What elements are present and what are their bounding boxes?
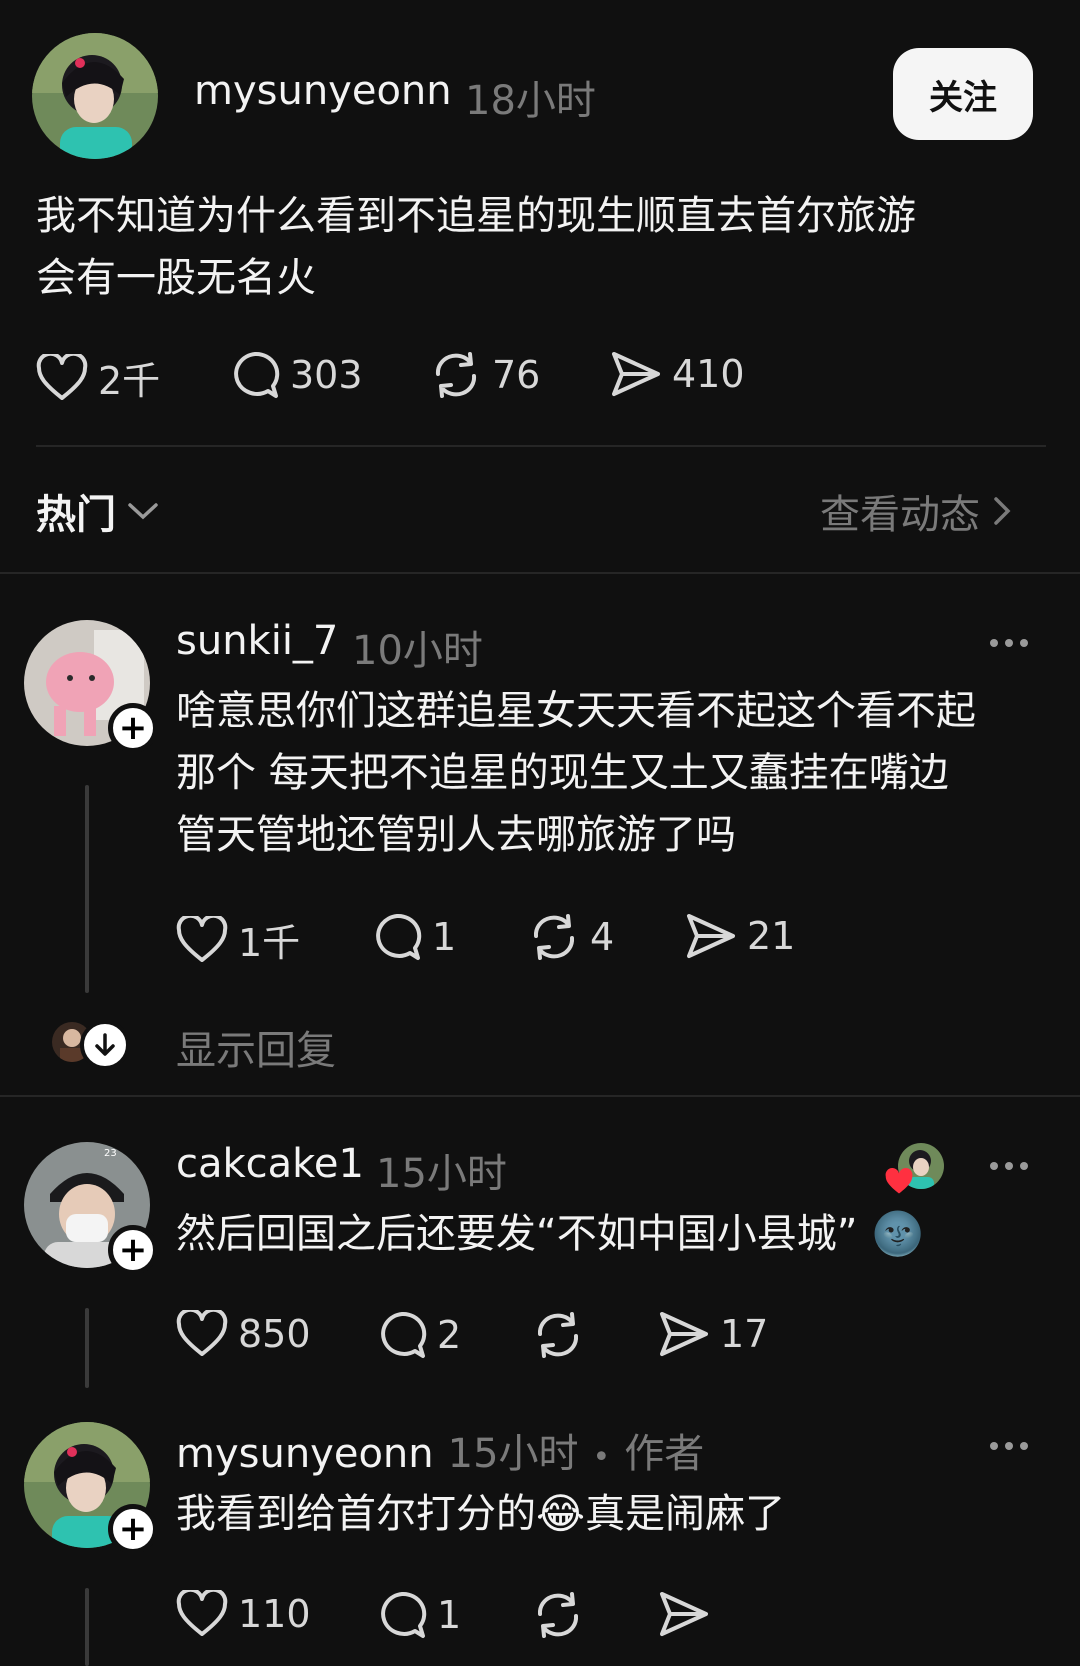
more-icon[interactable] [990,1442,1028,1450]
share-icon [687,914,735,958]
comment-repost-button[interactable] [532,1590,584,1640]
post-author-name[interactable]: mysunyeonn [194,68,452,114]
post-repost-count: 76 [492,353,541,397]
post-author-avatar[interactable] [32,33,158,159]
post-like-button[interactable]: 2千 [36,350,160,405]
section-divider [0,1095,1080,1097]
plus-icon: + [118,1230,148,1270]
svg-text:23: 23 [104,1148,117,1159]
plus-icon: + [118,1509,148,1549]
repost-icon [537,1592,579,1638]
chevron-down-icon [128,503,158,520]
comment-repost-button[interactable] [532,1310,584,1360]
heart-icon [176,1590,228,1636]
follow-button[interactable]: 关注 [893,48,1033,140]
comment-author-name[interactable]: sunkii_7 [176,618,338,664]
comment-reply-button[interactable]: 1 [372,912,456,962]
comment-icon [376,913,422,960]
separator-dot: • [592,1440,611,1475]
heart-icon [36,353,88,400]
comment-like-button[interactable]: 110 [176,1590,311,1638]
comment-author-name[interactable]: cakcake1 [176,1141,364,1187]
comment-icon [234,351,280,398]
heart-icon [885,1168,913,1194]
comment-like-button[interactable]: 850 [176,1310,311,1358]
view-activity-label: 查看动态 [820,492,980,538]
heart-icon [176,1310,228,1356]
comment-icon [381,1311,427,1358]
view-activity-link[interactable]: 查看动态 [820,482,1012,540]
sort-label: 热门 [36,492,116,538]
thread-line [85,785,89,993]
comment-repost-button[interactable]: 4 [528,912,614,962]
post-divider [36,445,1046,447]
comment-text-line-2: 那个 每天把不追星的现生又土又蠢挂在嘴边 [176,750,949,796]
comment-share-button[interactable]: 17 [658,1310,768,1358]
comment-text-line-1: 我看到给首尔打分的 😂 真是闹麻了 [176,1483,785,1545]
repost-icon [537,1312,579,1358]
share-icon [660,1312,708,1356]
comment-header: mysunyeonn 15小时 • 作者 [176,1421,704,1479]
post-repost-button[interactable]: 76 [430,350,540,400]
thread-line [85,1308,89,1388]
comment-like-count: 850 [238,1312,311,1356]
author-tag: 作者 [624,1431,705,1477]
comment-share-button[interactable] [658,1590,710,1638]
follow-plus-button[interactable]: + [108,1504,158,1554]
comment-like-count: 1千 [238,921,301,965]
comment-time: 10小时 [352,628,483,674]
comment-reply-button[interactable]: 1 [377,1590,461,1640]
follow-plus-button[interactable]: + [108,1225,158,1275]
post-comment-count: 303 [290,353,363,397]
post-comment-button[interactable]: 303 [230,350,363,400]
show-replies-link[interactable]: 显示回复 [176,1018,336,1076]
comment-text-line-1: 啥意思你们这群追星女天天看不起这个看不起 [176,688,976,734]
plus-icon: + [118,708,148,748]
share-icon [660,1592,708,1636]
follow-plus-button[interactable]: + [108,703,158,753]
laughing-tears-emoji: 😂 [536,1489,586,1538]
comment-reply-count: 1 [437,1593,462,1637]
post-text-line-2: 会有一股无名火 [36,255,316,301]
repost-icon [435,352,477,398]
post-share-button[interactable]: 410 [610,350,745,398]
comment-time: 15小时 [447,1431,579,1477]
comment-reply-button[interactable]: 2 [377,1310,461,1360]
more-icon[interactable] [990,639,1028,647]
comment-text: 然后回国之后还要发“不如中国小县城” [176,1211,858,1257]
comment-share-count: 21 [747,914,796,958]
post-time: 18小时 [465,78,596,124]
thread-line [85,1588,89,1666]
comment-author-name[interactable]: mysunyeonn [176,1431,434,1477]
comment-icon [381,1591,427,1638]
more-icon[interactable] [990,1162,1028,1170]
comment-time: 15小时 [376,1151,507,1197]
comment-reply-count: 1 [432,915,457,959]
comment-text-line-1: 然后回国之后还要发“不如中国小县城” 🌚 [176,1203,924,1265]
comment-share-count: 17 [720,1312,769,1356]
post-text-line-1: 我不知道为什么看到不追星的现生顺直去首尔旅游 [36,193,916,239]
comment-repost-count: 4 [590,915,615,959]
section-divider [0,572,1080,574]
moon-face-emoji: 🌚 [871,1209,924,1258]
post-like-count: 2千 [98,359,161,403]
comment-text-part-2: 真是闹麻了 [585,1491,786,1537]
comment-text-part-1: 我看到给首尔打分的 [176,1491,536,1537]
repost-icon [533,914,575,960]
comment-share-button[interactable]: 21 [685,912,795,960]
share-icon [612,352,660,396]
sort-dropdown[interactable]: 热门 [36,482,160,540]
arrow-down-icon[interactable] [80,1020,130,1070]
comment-like-count: 110 [238,1592,311,1636]
comment-like-button[interactable]: 1千 [176,912,300,967]
post-share-count: 410 [672,352,745,396]
chevron-right-icon [994,497,1011,525]
comment-text-line-3: 管天管地还管别人去哪旅游了吗 [176,812,736,858]
heart-icon [176,915,228,962]
comment-reply-count: 2 [437,1313,462,1357]
